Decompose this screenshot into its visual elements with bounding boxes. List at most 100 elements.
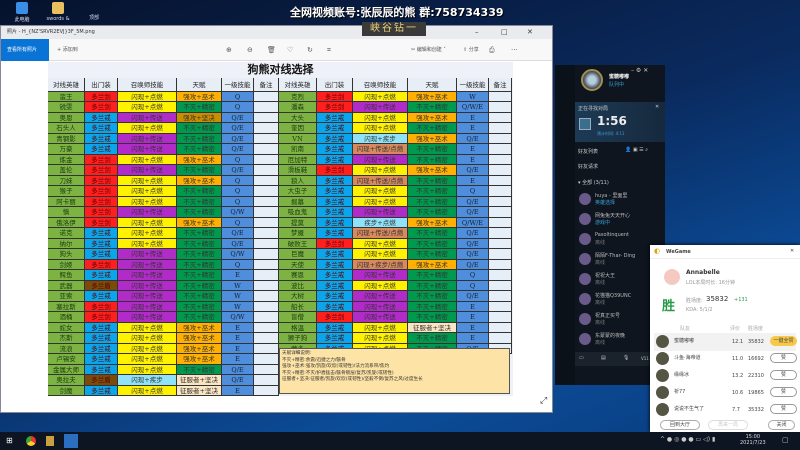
close-button[interactable]: ✕ bbox=[527, 26, 533, 39]
summoner-spells-cell: 闪现+传送 bbox=[353, 312, 408, 323]
desktop-icon-this-pc[interactable]: 此电脑 bbox=[2, 2, 42, 23]
summoner-spells-cell: 闪现+传送 bbox=[353, 102, 408, 113]
like-button[interactable]: 赞 bbox=[770, 404, 797, 414]
like-button[interactable]: 一键全赞 bbox=[770, 336, 797, 346]
avatar bbox=[656, 369, 669, 382]
starting-item-cell: 多兰戒 bbox=[85, 123, 118, 134]
summoner-spells-cell: 闪现+点燃 bbox=[118, 123, 177, 134]
zoom-in-icon[interactable]: ⊕ bbox=[226, 39, 232, 61]
starting-item-cell: 多兰剑 bbox=[85, 301, 118, 313]
avatar[interactable] bbox=[581, 69, 603, 91]
title-bar: 照片 - H_{NZ'SRVR2EVJ}3F_5M.png – □ ✕ bbox=[1, 26, 552, 39]
runes-cell: 不灭+精密 bbox=[177, 238, 222, 250]
hero-cell: 杰斯 bbox=[48, 333, 85, 344]
play-again-button[interactable]: 再来一局 bbox=[708, 420, 748, 430]
notifications-icon[interactable]: ▢ bbox=[782, 436, 789, 444]
clock[interactable]: 15:00 2021/7/23 bbox=[740, 434, 766, 446]
hero-cell: 蛮王 bbox=[48, 92, 85, 103]
notes-cell bbox=[489, 322, 512, 334]
mic-icon[interactable]: 🎙 bbox=[623, 355, 629, 361]
summoner-spells-cell: 闪现+点燃 bbox=[118, 322, 177, 334]
runes-cell: 强攻+巫术 bbox=[177, 175, 222, 187]
notes-cell bbox=[254, 217, 279, 229]
notes-cell bbox=[254, 196, 279, 208]
view-all-photos-button[interactable]: 查看所有照片 bbox=[1, 39, 49, 61]
first-skill-cell: E bbox=[457, 333, 489, 344]
more-icon[interactable]: ··· bbox=[511, 39, 518, 61]
first-skill-cell: Q bbox=[222, 102, 254, 113]
runes-cell: 不灭+精密 bbox=[177, 207, 222, 218]
avatar bbox=[656, 335, 669, 348]
wegame-popup: ◐ WeGame ✕ Annabelle LOL本局时长: 16分钟 胜 胜场度… bbox=[650, 245, 800, 432]
hero-cell: 剑姬 bbox=[48, 259, 85, 271]
first-skill-cell: Q/E bbox=[457, 238, 489, 250]
like-button[interactable]: 赞 bbox=[770, 387, 797, 397]
close-icon[interactable]: ✕ bbox=[790, 248, 794, 254]
friend-requests[interactable]: 好友请求 bbox=[578, 163, 598, 170]
starting-item-cell: 多兰剑 bbox=[317, 92, 353, 103]
window-controls[interactable]: – ⚙ ✕ bbox=[631, 67, 648, 74]
summoner-spells-cell: 闪现+传送/点燃 bbox=[353, 175, 408, 187]
lol-icon[interactable] bbox=[46, 436, 54, 446]
first-skill-cell: E bbox=[222, 270, 254, 281]
friend-item[interactable]: 网兔兔天天开心 游戏中 bbox=[579, 211, 663, 229]
desktop-icon-top[interactable]: 顶部 bbox=[74, 14, 114, 21]
teammate-row: 斗鱼·海帝道 11.0 16692 赞 bbox=[654, 350, 797, 368]
summoner-name: 蜜糖嘟嘟 bbox=[609, 74, 630, 80]
runes-cell: 不灭+精密 bbox=[177, 249, 222, 260]
summoner-spells-cell: 闪现+传送 bbox=[118, 165, 177, 176]
starting-item-cell: 多兰剑 bbox=[85, 175, 118, 187]
share-button[interactable]: ⇪ 分享 bbox=[463, 39, 479, 61]
first-skill-cell: E bbox=[222, 333, 254, 344]
add-to-button[interactable]: + 添加到 bbox=[57, 39, 78, 61]
runes-cell: 不灭+精密 bbox=[408, 228, 457, 239]
hero-cell: 巨魔 bbox=[279, 249, 317, 260]
avatar bbox=[579, 313, 591, 325]
notes-cell bbox=[254, 375, 279, 386]
friend-group[interactable]: ▾ 全部 (3/11) bbox=[578, 179, 609, 186]
column-header: 备注 bbox=[254, 78, 279, 92]
hero-cell: 船长 bbox=[279, 301, 317, 313]
delete-icon[interactable]: 🗑 bbox=[267, 39, 276, 61]
print-icon[interactable]: ⎙ bbox=[489, 39, 495, 61]
runes-cell: 不灭+精密 bbox=[177, 196, 222, 208]
like-button[interactable]: 赞 bbox=[770, 370, 797, 380]
crop-icon[interactable]: ⌗ bbox=[327, 39, 331, 61]
hero-cell: 鳄鱼 bbox=[48, 270, 85, 281]
starting-item-cell: 多兰剑 bbox=[85, 312, 118, 323]
maximize-button[interactable]: □ bbox=[501, 26, 508, 39]
fullscreen-icon[interactable]: ⤢ bbox=[540, 396, 547, 406]
column-header: 召唤师技能 bbox=[118, 78, 177, 92]
news-icon[interactable]: ▤ bbox=[601, 355, 606, 361]
photos-taskbar-icon[interactable] bbox=[64, 434, 78, 448]
hero-cell: 吸血鬼 bbox=[279, 207, 317, 218]
edit-create-button[interactable]: ✂ 编辑和创建 ˅ bbox=[411, 39, 446, 61]
starting-item-cell: 多兰戒 bbox=[85, 228, 118, 239]
starting-item-cell: 多兰戒 bbox=[85, 291, 118, 302]
hero-cell: 格温 bbox=[279, 322, 317, 334]
cancel-queue-icon[interactable]: ✕ bbox=[655, 104, 659, 110]
sheet-title: 狗熊对线选择 bbox=[247, 63, 314, 76]
close-button[interactable]: 关闭 bbox=[768, 420, 795, 430]
hero-cell: 梦魇 bbox=[279, 228, 317, 239]
rotate-icon[interactable]: ↻ bbox=[307, 39, 313, 61]
notes-cell bbox=[489, 186, 512, 197]
back-to-lobby-button[interactable]: 回到大厅 bbox=[660, 420, 700, 430]
minimize-button[interactable]: – bbox=[475, 26, 479, 39]
zoom-out-icon[interactable]: ⊖ bbox=[247, 39, 253, 61]
favorite-icon[interactable]: ♡ bbox=[287, 39, 293, 61]
rune-notes: 天赋详细说明: 不灭+精密:余震/迅捷之力/骸骨 强攻+巫术:强攻/凯旋/欢欣(… bbox=[279, 348, 510, 394]
desktop-icon-folder[interactable]: swords & bbox=[38, 2, 78, 22]
chat-icon[interactable]: ▭ bbox=[579, 355, 584, 361]
system-tray-icons[interactable]: ^ ● ◎ ● ● ▭ ◁) ▮ bbox=[660, 436, 715, 443]
start-icon[interactable]: ⊞ bbox=[6, 436, 13, 445]
starting-item-cell: 多兰戒 bbox=[317, 301, 353, 313]
chrome-icon[interactable] bbox=[26, 436, 36, 446]
summoner-spells-cell: 闪现+点燃 bbox=[118, 364, 177, 376]
first-skill-cell: Q bbox=[457, 280, 489, 292]
summoner-spells-cell: 闪现+点燃 bbox=[118, 217, 177, 229]
friend-tools-icons[interactable]: 👤 ▣ ☰ ⌕ bbox=[625, 147, 648, 153]
summoner-spells-cell: 闪现+传送 bbox=[118, 249, 177, 260]
like-button[interactable]: 赞 bbox=[770, 353, 797, 363]
friend-item[interactable]: huya - 里面里 英雄选择 bbox=[579, 191, 663, 209]
